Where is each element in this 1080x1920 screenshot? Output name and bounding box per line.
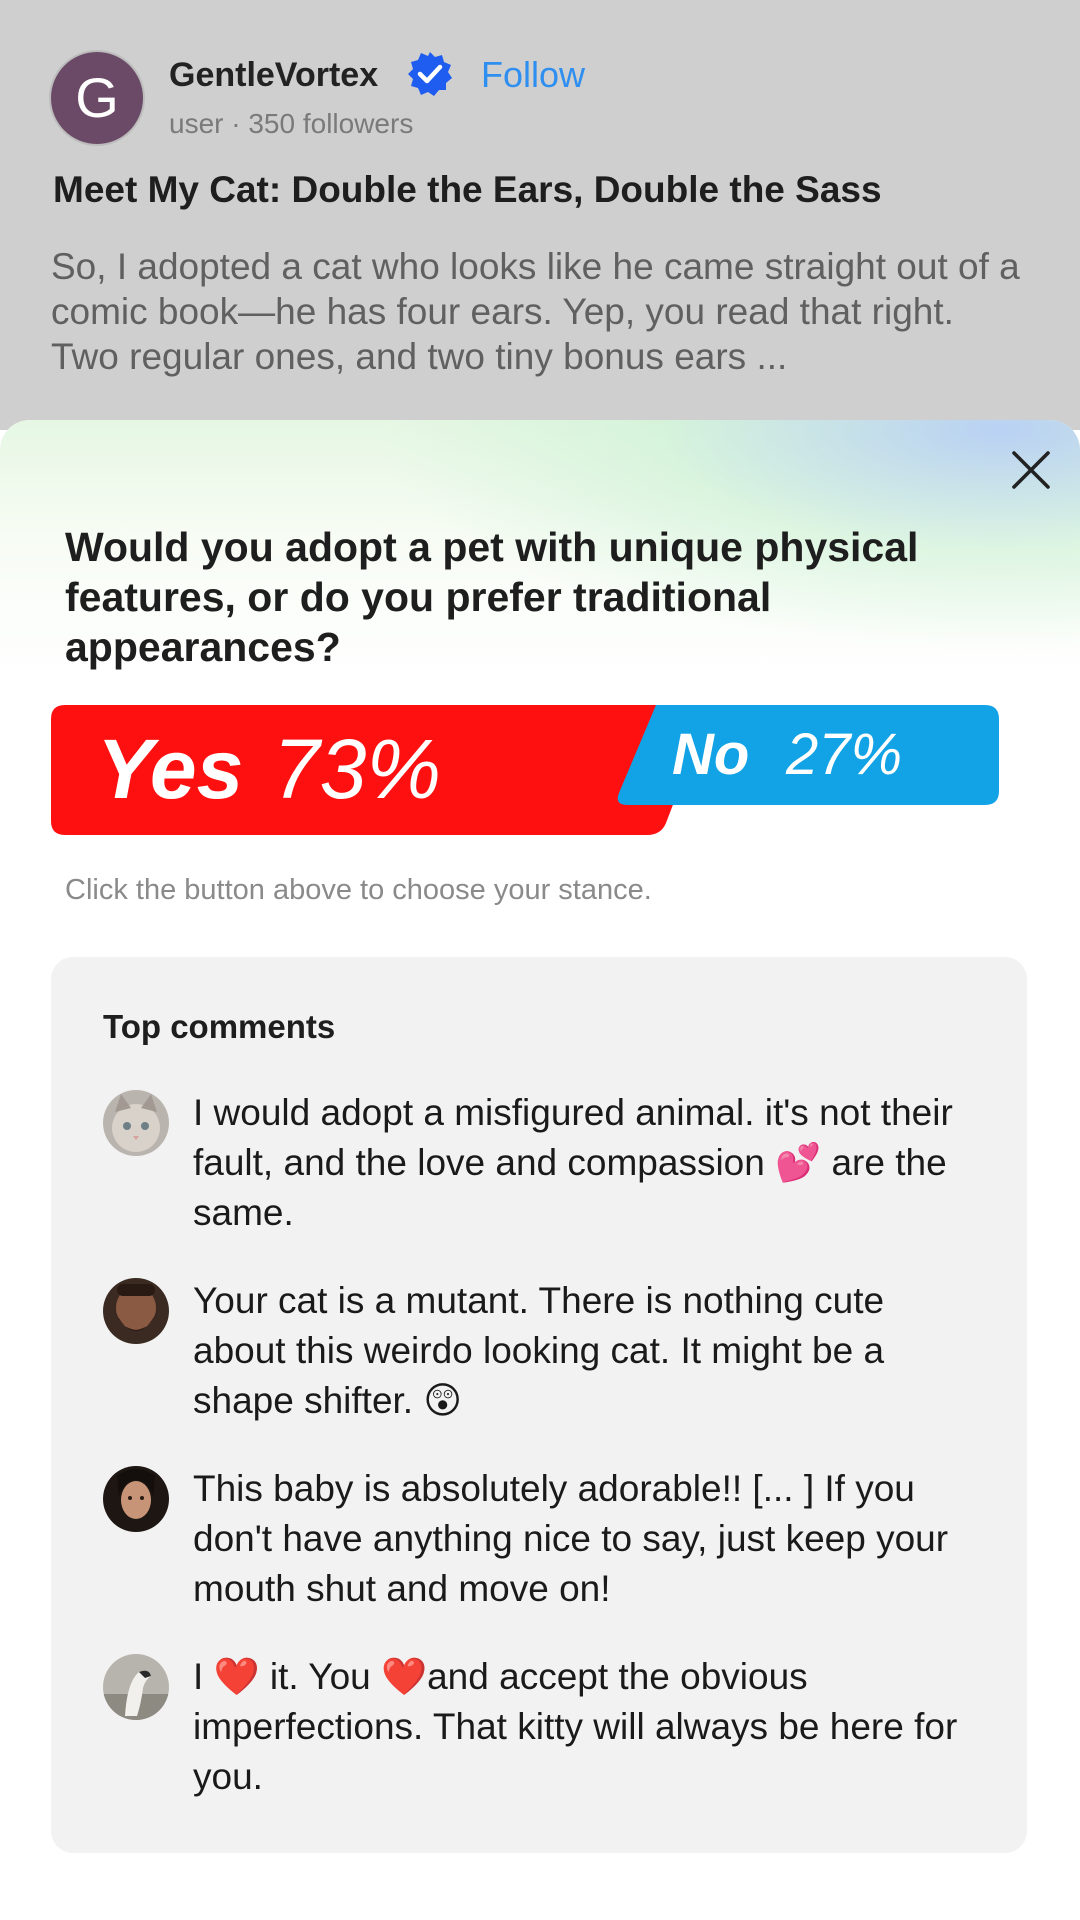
red-heart-icon: ❤️ [381, 1655, 428, 1698]
post-title[interactable]: Meet My Cat: Double the Ears, Double the… [53, 166, 882, 214]
comment-text: I ❤️ it. You ❤️and accept the obvious im… [193, 1655, 958, 1797]
poll-hint: Click the button above to choose your st… [65, 874, 652, 906]
comment-text: I would adopt a misfigured animal. it's … [193, 1092, 953, 1233]
poll-sheet: Would you adopt a pet with unique physic… [0, 420, 1080, 1920]
author-avatar[interactable]: G [51, 52, 143, 144]
follow-button[interactable]: Follow [481, 52, 585, 98]
top-comments-card: Top comments I would adopt a misfigured … [51, 957, 1027, 1853]
bird-avatar[interactable] [103, 1654, 169, 1720]
poll-no-percent: 27% [786, 722, 903, 787]
author-name[interactable]: GentleVortex [169, 52, 378, 98]
post-preview: G GentleVortex Follow user · 350 followe… [0, 0, 1080, 430]
page: G GentleVortex Follow user · 350 followe… [0, 0, 1080, 1920]
astonished-face-icon: 😲 [423, 1379, 462, 1422]
close-icon[interactable] [1005, 444, 1057, 496]
bearded-man-avatar[interactable] [103, 1278, 169, 1344]
poll-yes-label: Yes [97, 722, 244, 816]
red-heart-icon: ❤️ [213, 1655, 260, 1698]
author-meta: user · 350 followers [169, 108, 414, 139]
verified-badge-icon [408, 52, 452, 96]
comments-heading: Top comments [103, 1008, 336, 1045]
poll-no-button[interactable]: No 27% [616, 705, 999, 805]
poll-question: Would you adopt a pet with unique physic… [65, 524, 919, 670]
two-hearts-icon: 💕 [775, 1141, 822, 1184]
cat-avatar[interactable] [103, 1090, 169, 1156]
comment-text: This baby is absolutely adorable!! [... … [193, 1468, 949, 1609]
comment-text: Your cat is a mutant. There is nothing c… [193, 1280, 885, 1422]
post-excerpt[interactable]: So, I adopted a cat who looks like he ca… [51, 244, 1031, 379]
poll-yes-button[interactable]: Yes 73% [51, 705, 711, 835]
woman-avatar[interactable] [103, 1466, 169, 1532]
poll-buttons: Yes 73% No 27% [51, 705, 999, 835]
poll-yes-percent: 73% [273, 722, 442, 816]
poll-no-label: No [672, 722, 750, 787]
